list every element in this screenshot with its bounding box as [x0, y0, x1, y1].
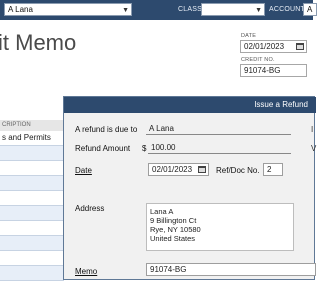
refund-due-field[interactable]: A Lana — [146, 122, 291, 135]
ref-doc-field[interactable]: 2 — [263, 163, 283, 176]
address-label: Address — [75, 204, 105, 213]
table-cell — [0, 148, 2, 157]
table-cell — [0, 208, 2, 217]
address-line: Lana A — [150, 207, 174, 216]
chevron-down-icon[interactable]: ▼ — [255, 5, 262, 16]
refund-amount-value: 100.00 — [151, 143, 176, 152]
account-label: ACCOUNT — [269, 6, 306, 13]
table-row[interactable]: s and Permits — [0, 131, 64, 146]
credit-no-field[interactable]: 91074-BG — [240, 64, 307, 77]
currency-symbol: $ — [142, 144, 147, 153]
customer-select-value: A Lana — [8, 5, 33, 14]
table-cell — [0, 193, 2, 202]
date-field-value: 02/01/2023 — [244, 42, 285, 51]
calendar-icon[interactable] — [296, 43, 304, 50]
refund-amount-field[interactable]: 100.00 — [148, 141, 291, 154]
table-cell — [0, 163, 2, 172]
date-field[interactable]: 02/01/2023 — [240, 40, 307, 53]
clipped-label: I — [311, 125, 314, 134]
customer-select[interactable]: A Lana ▼ — [4, 3, 132, 16]
dialog-title: Issue a Refund — [64, 97, 316, 113]
table-row[interactable] — [0, 266, 64, 281]
table-cell — [0, 178, 2, 187]
description-column-header[interactable]: CRIPTION — [0, 120, 64, 131]
account-select[interactable]: A — [303, 3, 317, 16]
address-line: Rye, NY 10580 — [150, 225, 201, 234]
chevron-down-icon[interactable]: ▼ — [122, 5, 129, 16]
form-title: it Memo — [0, 30, 77, 55]
refund-amount-label: Refund Amount — [75, 144, 131, 153]
date-label: DATE — [241, 33, 257, 39]
class-label: CLASS — [178, 6, 202, 13]
memo-field[interactable]: 91074-BG — [146, 263, 316, 276]
table-cell — [0, 268, 2, 277]
table-row[interactable] — [0, 191, 64, 206]
table-cell — [0, 253, 2, 262]
address-line: 9 Billington Ct — [150, 216, 197, 225]
table-cell — [0, 238, 2, 247]
table-cell: s and Permits — [2, 133, 51, 142]
calendar-icon[interactable] — [198, 166, 206, 173]
address-field[interactable]: Lana A 9 Billington Ct Rye, NY 10580 Uni… — [146, 203, 294, 251]
issue-refund-dialog: Issue a Refund A refund is due to A Lana… — [63, 96, 317, 280]
table-row[interactable] — [0, 236, 64, 251]
address-line: United States — [150, 234, 196, 243]
ref-doc-value: 2 — [267, 165, 272, 174]
memo-label: Memo — [75, 267, 98, 276]
refund-due-label: A refund is due to — [75, 125, 138, 134]
memo-value: 91074-BG — [150, 265, 187, 274]
top-header-bar: A Lana ▼ CLASS ▼ ACCOUNT A — [0, 0, 317, 20]
credit-no-label: CREDIT NO. — [241, 57, 275, 63]
table-row[interactable] — [0, 251, 64, 266]
refund-date-field[interactable]: 02/01/2023 — [148, 163, 209, 176]
account-select-value: A — [307, 5, 313, 14]
table-row[interactable] — [0, 206, 64, 221]
credit-no-value: 91074-BG — [244, 66, 281, 75]
refund-date-value: 02/01/2023 — [152, 165, 193, 174]
table-row[interactable] — [0, 176, 64, 191]
date-label: Date — [75, 166, 92, 175]
refund-due-value: A Lana — [149, 124, 174, 133]
table-cell — [0, 223, 2, 232]
clipped-label: V — [311, 144, 317, 153]
table-row[interactable] — [0, 146, 64, 161]
table-row[interactable] — [0, 161, 64, 176]
ref-doc-label: Ref/Doc No. — [216, 166, 260, 175]
table-row[interactable] — [0, 221, 64, 236]
class-select[interactable]: ▼ — [201, 3, 265, 16]
